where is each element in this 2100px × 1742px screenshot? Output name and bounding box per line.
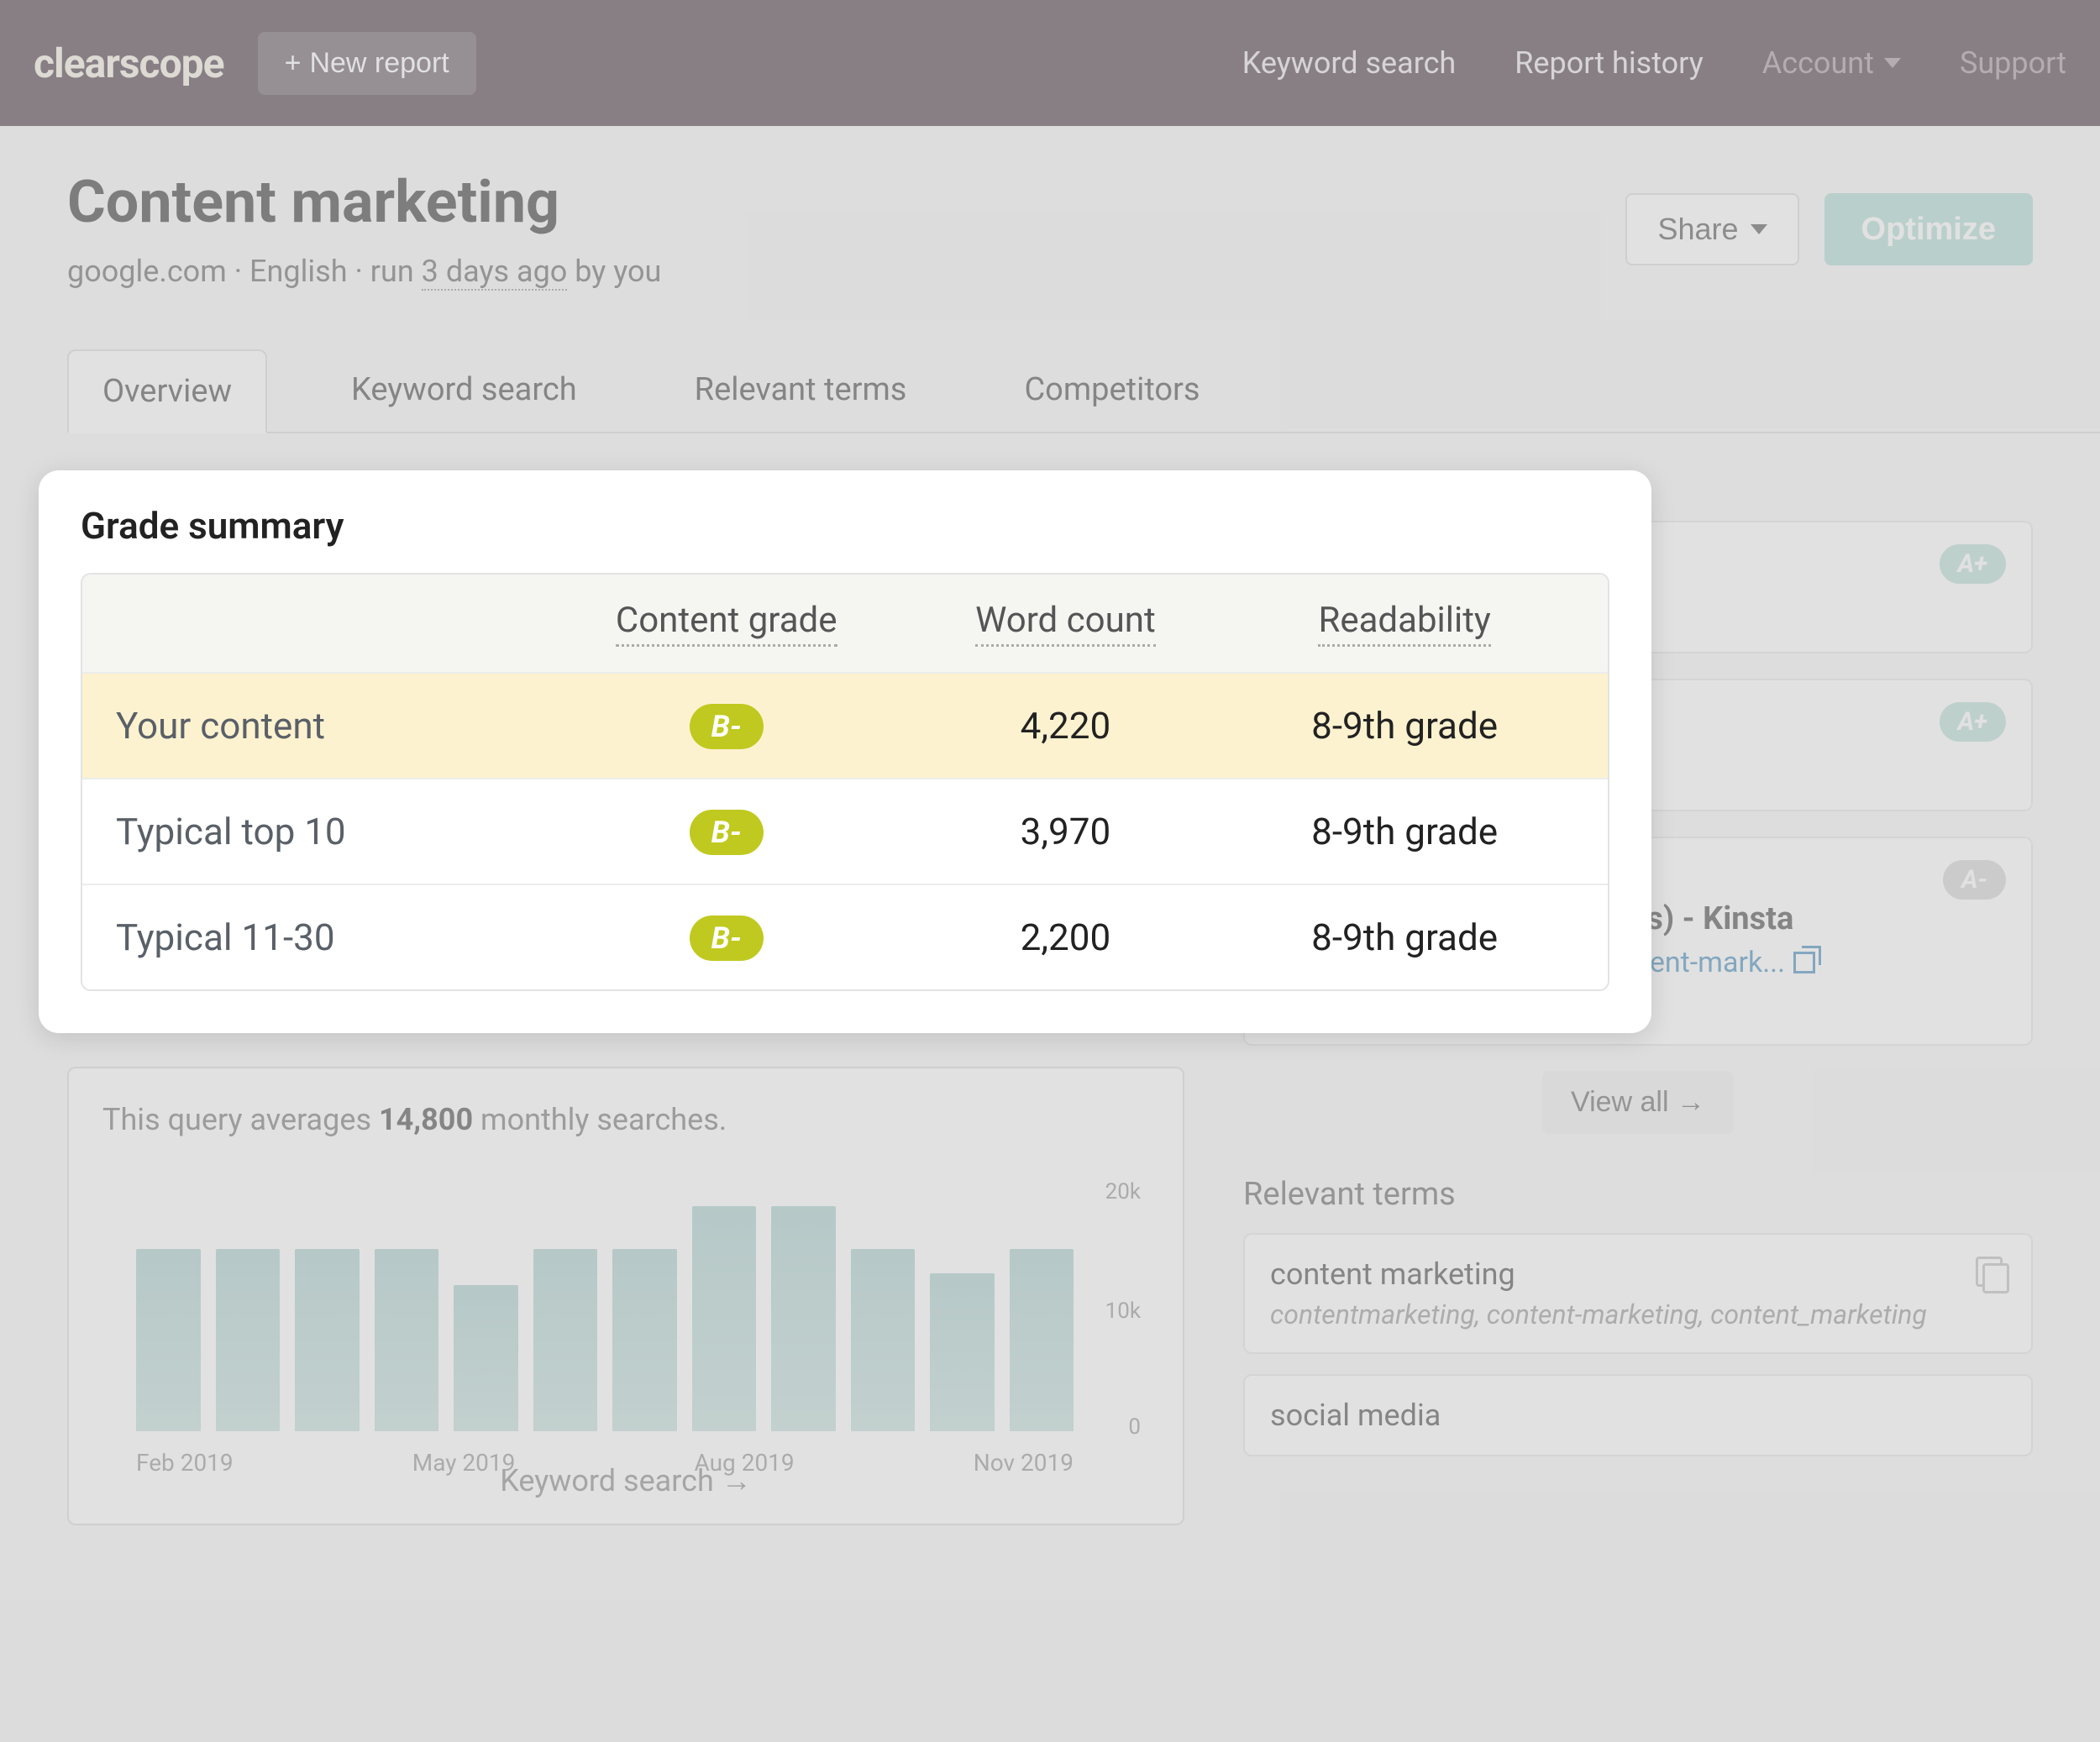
bar-chart: 20k 10k 0 Feb 2019 May 2019 Aug 2019 Nov… <box>136 1188 1074 1431</box>
chart-bar <box>851 1249 916 1432</box>
col-word-count[interactable]: Word count <box>975 600 1156 647</box>
table-row: Your content B- 4,2208-9th grade <box>82 672 1608 778</box>
row-grade: B- <box>557 702 896 749</box>
keyword-search-link[interactable]: Keyword search <box>69 1463 1183 1498</box>
header-actions: Share Optimize <box>1625 193 2033 265</box>
row-readability: 8-9th grade <box>1235 704 1574 748</box>
row-word-count: 3,970 <box>896 810 1236 853</box>
new-report-label: New report <box>309 47 449 80</box>
row-grade: B- <box>557 808 896 855</box>
grade-summary-title: Grade summary <box>81 504 1609 548</box>
chevron-down-icon <box>1751 224 1767 234</box>
meta-run-age[interactable]: 3 days ago <box>422 254 568 291</box>
relevant-term-item[interactable]: content marketing contentmarketing, cont… <box>1243 1233 2033 1354</box>
grade-badge: B- <box>690 810 764 855</box>
row-word-count: 2,200 <box>896 916 1236 959</box>
chart-bar <box>136 1249 201 1432</box>
grade-badge: B- <box>690 704 764 749</box>
chart-bar <box>375 1249 439 1432</box>
chart-bar <box>930 1273 995 1432</box>
grade-pill: A- <box>1943 860 2006 900</box>
term-main: social media <box>1270 1398 2006 1433</box>
col-content-grade[interactable]: Content grade <box>616 600 837 647</box>
chart-bar <box>771 1206 836 1431</box>
share-button[interactable]: Share <box>1625 193 1798 265</box>
grade-summary-card: Grade summary Content grade Word count R… <box>39 470 1651 1033</box>
chart-bar <box>295 1249 360 1432</box>
copy-icon[interactable] <box>1976 1257 2006 1287</box>
tab-competitors[interactable]: Competitors <box>990 349 1233 433</box>
y-tick: 20k <box>1105 1179 1141 1204</box>
table-header-row: Content grade Word count Readability <box>82 575 1608 672</box>
optimize-button[interactable]: Optimize <box>1824 193 2033 265</box>
row-label: Typical 11-30 <box>116 916 557 959</box>
share-label: Share <box>1657 212 1738 247</box>
chart-caption: This query averages 14,800 monthly searc… <box>102 1102 1149 1137</box>
chart-bar <box>216 1249 281 1432</box>
nav-keyword-search[interactable]: Keyword search <box>1242 45 1457 81</box>
row-readability: 8-9th grade <box>1235 916 1574 959</box>
tab-keyword-search[interactable]: Keyword search <box>318 349 611 433</box>
grade-summary-table: Content grade Word count Readability You… <box>81 573 1609 991</box>
grade-pill: A+ <box>1940 702 2006 742</box>
row-grade: B- <box>557 914 896 961</box>
chart-bar <box>612 1249 677 1432</box>
table-row: Typical 11-30 B- 2,2008-9th grade <box>82 884 1608 989</box>
relevant-terms-heading: Relevant terms <box>1243 1176 2033 1213</box>
meta-domain: google.com <box>67 254 227 289</box>
meta-run-suffix: by you <box>575 254 661 289</box>
new-report-button[interactable]: + New report <box>258 32 476 95</box>
nav-report-history[interactable]: Report history <box>1515 45 1703 81</box>
report-tabs: Overview Keyword search Relevant terms C… <box>67 348 2100 433</box>
chevron-down-icon <box>1884 58 1901 68</box>
chart-bar <box>454 1285 518 1431</box>
row-label: Your content <box>116 704 557 748</box>
monthly-searches-card: This query averages 14,800 monthly searc… <box>67 1067 1184 1525</box>
y-tick: 0 <box>1128 1414 1141 1440</box>
external-link-icon <box>1793 952 1815 973</box>
nav-support[interactable]: Support <box>1960 45 2066 81</box>
col-readability[interactable]: Readability <box>1318 600 1490 647</box>
chart-bar <box>692 1206 757 1431</box>
grade-pill: A+ <box>1940 544 2006 584</box>
tab-relevant-terms[interactable]: Relevant terms <box>661 349 941 433</box>
meta-run-prefix: run <box>370 254 414 289</box>
plus-icon: + <box>285 47 302 80</box>
tab-overview[interactable]: Overview <box>67 349 267 433</box>
table-row: Typical top 10 B- 3,9708-9th grade <box>82 778 1608 884</box>
top-nav: clearscope + New report Keyword search R… <box>0 0 2100 126</box>
chart-caption-value: 14,800 <box>379 1102 473 1137</box>
row-label: Typical top 10 <box>116 810 557 853</box>
y-tick: 10k <box>1105 1299 1141 1324</box>
meta-lang: English <box>249 254 347 289</box>
nav-account[interactable]: Account <box>1762 45 1901 81</box>
brand-logo: clearscope <box>34 39 224 87</box>
term-main: content marketing <box>1270 1257 2006 1292</box>
term-alts: contentmarketing, content-marketing, con… <box>1270 1299 2006 1330</box>
relevant-term-item[interactable]: social media <box>1243 1374 2033 1456</box>
chart-bar <box>1010 1249 1074 1432</box>
chart-caption-suffix: monthly searches. <box>473 1102 727 1137</box>
chart-caption-prefix: This query averages <box>102 1102 379 1137</box>
row-readability: 8-9th grade <box>1235 810 1574 853</box>
view-all-button[interactable]: View all <box>1542 1071 1734 1134</box>
chart-bar <box>533 1249 598 1432</box>
grade-badge: B- <box>690 916 764 961</box>
nav-account-label: Account <box>1762 45 1874 81</box>
row-word-count: 4,220 <box>896 704 1236 748</box>
